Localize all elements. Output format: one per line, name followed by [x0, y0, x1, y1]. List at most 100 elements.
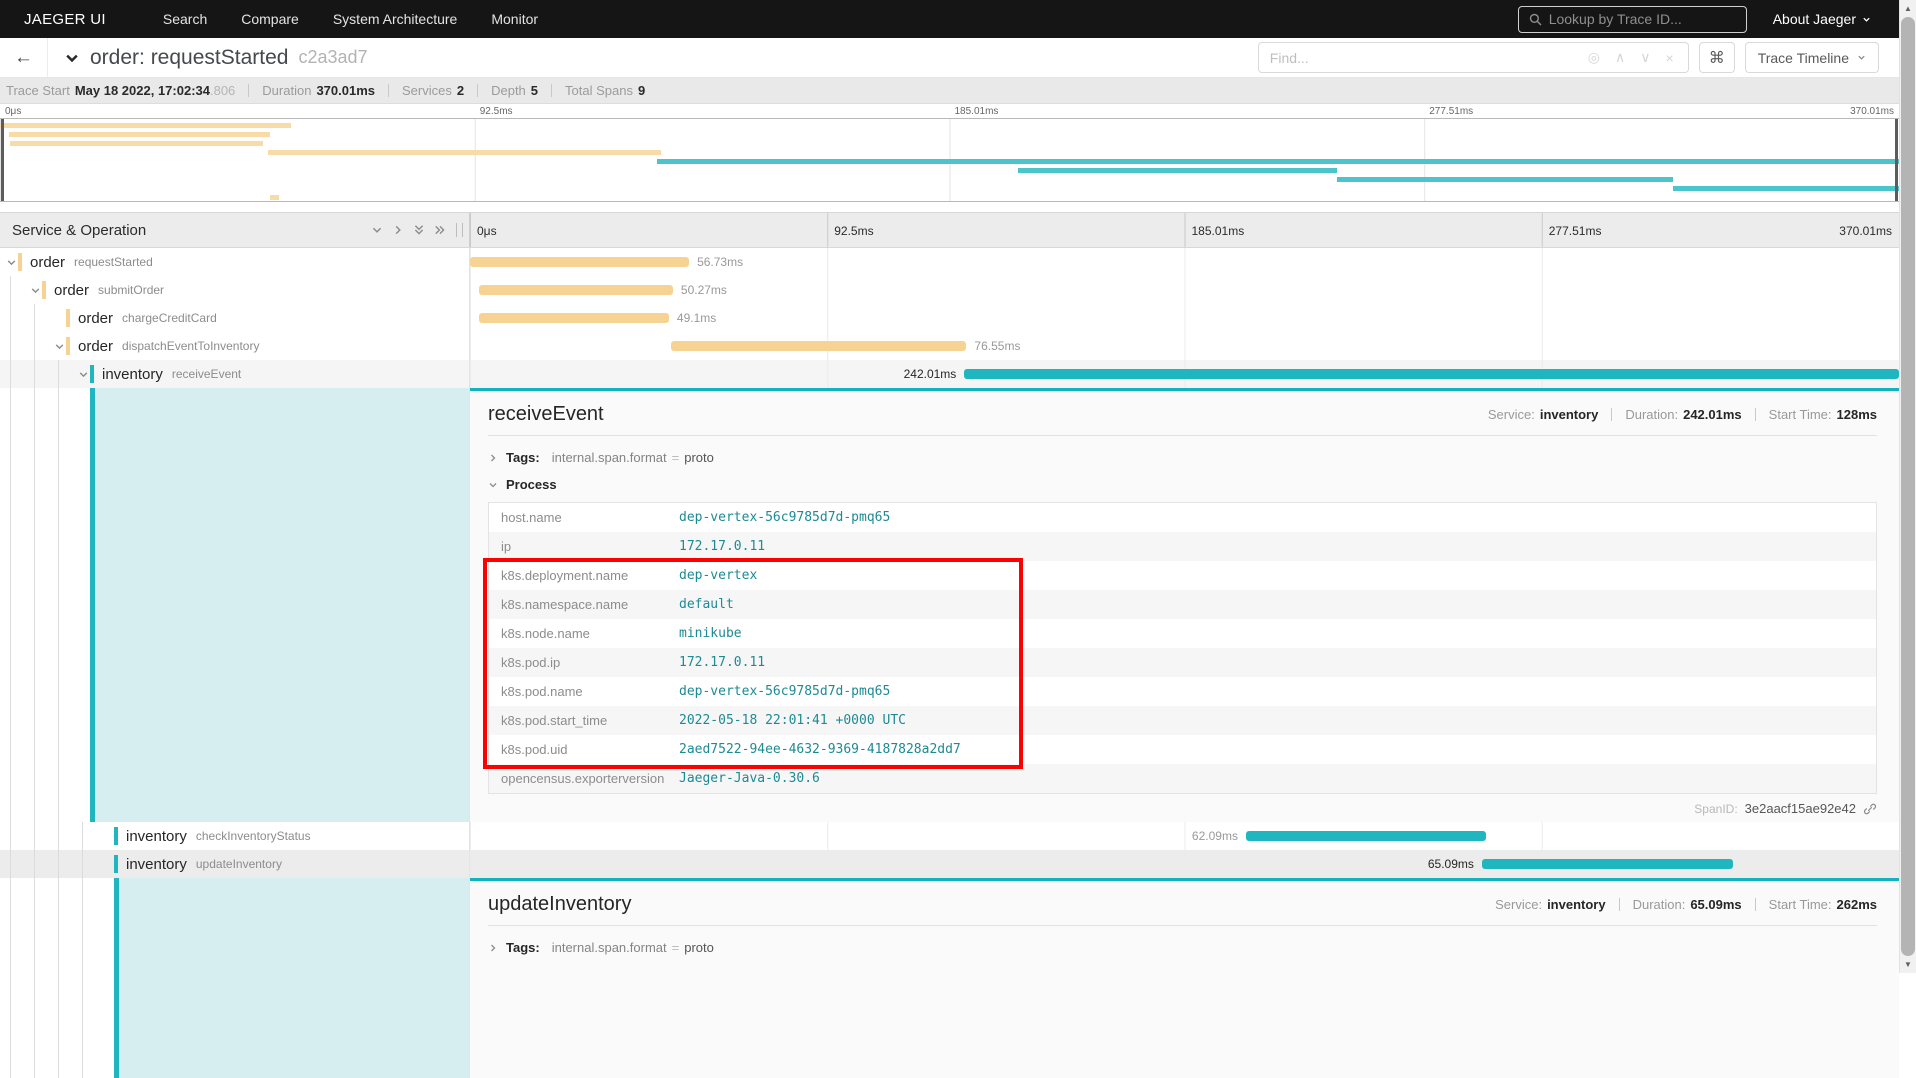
tags-expander[interactable]: Tags: internal.span.format = proto: [488, 936, 1877, 959]
start-time-label: Start Time:: [1769, 407, 1832, 422]
about-jaeger-menu[interactable]: About Jaeger: [1773, 11, 1871, 27]
nav-item-compare[interactable]: Compare: [224, 11, 316, 27]
span-detail-receiveEvent: receiveEvent Service:inventory Duration:…: [0, 388, 1899, 822]
scrollbar-up-arrow[interactable]: ▲: [1900, 0, 1916, 17]
span-detail-updateInventory: updateInventory Service:inventory Durati…: [0, 878, 1899, 1078]
clear-find-icon[interactable]: ×: [1666, 50, 1674, 66]
span-operation: requestStarted: [74, 255, 153, 269]
span-operation: updateInventory: [196, 857, 282, 871]
keyboard-shortcuts-button[interactable]: ⌘: [1699, 42, 1735, 73]
span-service: inventory: [126, 856, 187, 873]
collapse-all-chevron-down-icon[interactable]: [371, 224, 383, 236]
process-field-key: k8s.node.name: [501, 626, 679, 641]
collapse-trace-chevron-icon[interactable]: [64, 50, 80, 66]
nav-item-search[interactable]: Search: [146, 11, 224, 27]
process-field-row: k8s.pod.ip 172.17.0.11: [489, 648, 1876, 677]
detail-highlight-fill: [119, 878, 469, 1078]
process-field-row: opencensus.exporterversion Jaeger-Java-0…: [489, 764, 1876, 793]
service-color-bar: [114, 855, 118, 873]
column-resizer-handle[interactable]: [456, 223, 463, 237]
span-duration-bar[interactable]: [1246, 831, 1486, 841]
span-operation: chargeCreditCard: [122, 311, 217, 325]
service-color-bar: [90, 365, 94, 383]
chevron-right-icon: [488, 943, 498, 953]
chevron-down-icon[interactable]: [4, 257, 18, 268]
span-row-updateInventory[interactable]: inventory updateInventory 65.09ms: [0, 850, 1899, 878]
vertical-scrollbar[interactable]: ▲ ▼: [1899, 0, 1916, 973]
chevron-down-icon: [488, 480, 498, 490]
back-button[interactable]: ←: [0, 38, 48, 77]
prev-match-icon[interactable]: ∧: [1615, 49, 1625, 66]
span-row-checkInventoryStatus[interactable]: inventory checkInventoryStatus 62.09ms: [0, 822, 1899, 850]
collapse-one-chevron-right-icon[interactable]: [392, 224, 404, 236]
service-value: inventory: [1540, 407, 1599, 422]
start-time-value: 262ms: [1837, 897, 1877, 912]
process-field-value: 2aed7522-94ee-4632-9369-4187828a2dd7: [679, 742, 961, 757]
span-duration-bar[interactable]: [964, 369, 1899, 379]
span-duration-bar[interactable]: [479, 285, 673, 295]
collapse-all-double-chevron-icon[interactable]: [434, 224, 446, 236]
expand-all-double-chevron-icon[interactable]: [413, 224, 425, 236]
trace-minimap[interactable]: [0, 118, 1899, 202]
span-row-receiveEvent[interactable]: inventory receiveEvent 242.01ms: [0, 360, 1899, 388]
span-service: order: [78, 338, 113, 355]
process-field-value: 2022-05-18 22:01:41 +0000 UTC: [679, 713, 906, 728]
process-field-key: ip: [501, 539, 679, 554]
span-detail-panel: receiveEvent Service:inventory Duration:…: [470, 388, 1899, 822]
trace-view-selector[interactable]: Trace Timeline: [1745, 42, 1879, 73]
link-icon[interactable]: [1863, 802, 1877, 816]
nav-item-monitor[interactable]: Monitor: [474, 11, 555, 27]
service-color-bar: [66, 309, 70, 327]
match-focus-icon[interactable]: ◎: [1588, 49, 1600, 66]
process-field-key: k8s.deployment.name: [501, 568, 679, 583]
search-icon: [1529, 13, 1542, 26]
next-match-icon[interactable]: ∨: [1640, 49, 1650, 66]
chevron-down-icon[interactable]: [28, 285, 42, 296]
process-field-key: host.name: [501, 510, 679, 525]
span-duration-bar[interactable]: [479, 313, 669, 323]
service-color-bar: [18, 253, 22, 271]
span-duration-label: 50.27ms: [681, 276, 727, 304]
span-duration-label: 76.55ms: [974, 332, 1020, 360]
span-id-label: SpanID:: [1694, 802, 1737, 816]
span-duration-label: 65.09ms: [1428, 850, 1474, 878]
process-expander[interactable]: Process: [488, 473, 1877, 496]
minimap-rows: [0, 121, 1899, 201]
span-detail-title: updateInventory: [488, 893, 631, 916]
trace-page-header: ← order: requestStarted c2a3ad7 ◎ ∧ ∨ × …: [0, 38, 1899, 78]
scrollbar-down-arrow[interactable]: ▼: [1900, 956, 1916, 973]
span-row-dispatchEventToInventory[interactable]: order dispatchEventToInventory 76.55ms: [0, 332, 1899, 360]
span-duration-bar[interactable]: [1482, 859, 1733, 869]
span-row-submitOrder[interactable]: order submitOrder 50.27ms: [0, 276, 1899, 304]
viewport-right-handle[interactable]: [1895, 119, 1898, 201]
process-field-key: k8s.pod.start_time: [501, 713, 679, 728]
span-row-requestStarted[interactable]: order requestStarted 56.73ms: [0, 248, 1899, 276]
timeline-ruler: 0μs 92.5ms 185.01ms 277.51ms 370.01ms: [470, 213, 1899, 247]
trace-id-lookup-input[interactable]: [1549, 11, 1736, 27]
span-duration-bar[interactable]: [470, 257, 689, 267]
process-field-key: k8s.pod.ip: [501, 655, 679, 670]
chevron-right-icon: [488, 453, 498, 463]
chevron-down-icon[interactable]: [52, 341, 66, 352]
viewport-left-handle[interactable]: [1, 119, 4, 201]
span-operation: submitOrder: [98, 283, 164, 297]
nav-item-system-architecture[interactable]: System Architecture: [316, 11, 475, 27]
span-operation: checkInventoryStatus: [196, 829, 311, 843]
span-service: order: [78, 310, 113, 327]
span-operation: receiveEvent: [172, 367, 241, 381]
scrollbar-thumb[interactable]: [1901, 17, 1915, 956]
process-field-value: default: [679, 597, 734, 612]
span-row-chargeCreditCard[interactable]: order chargeCreditCard 49.1ms: [0, 304, 1899, 332]
tags-expander[interactable]: Tags: internal.span.format = proto: [488, 446, 1877, 469]
span-duration-bar[interactable]: [671, 341, 967, 351]
chevron-down-icon[interactable]: [76, 369, 90, 380]
app-logo[interactable]: JAEGER UI: [24, 11, 106, 28]
total-spans-value: 9: [638, 83, 645, 98]
detail-indent-column: [0, 388, 470, 822]
duration-value: 242.01ms: [1683, 407, 1742, 422]
service-value: inventory: [1547, 897, 1606, 912]
find-input[interactable]: [1259, 50, 1574, 66]
services-label: Services: [402, 83, 452, 98]
duration-label: Duration:: [1625, 407, 1678, 422]
trace-id-lookup[interactable]: [1518, 6, 1747, 33]
